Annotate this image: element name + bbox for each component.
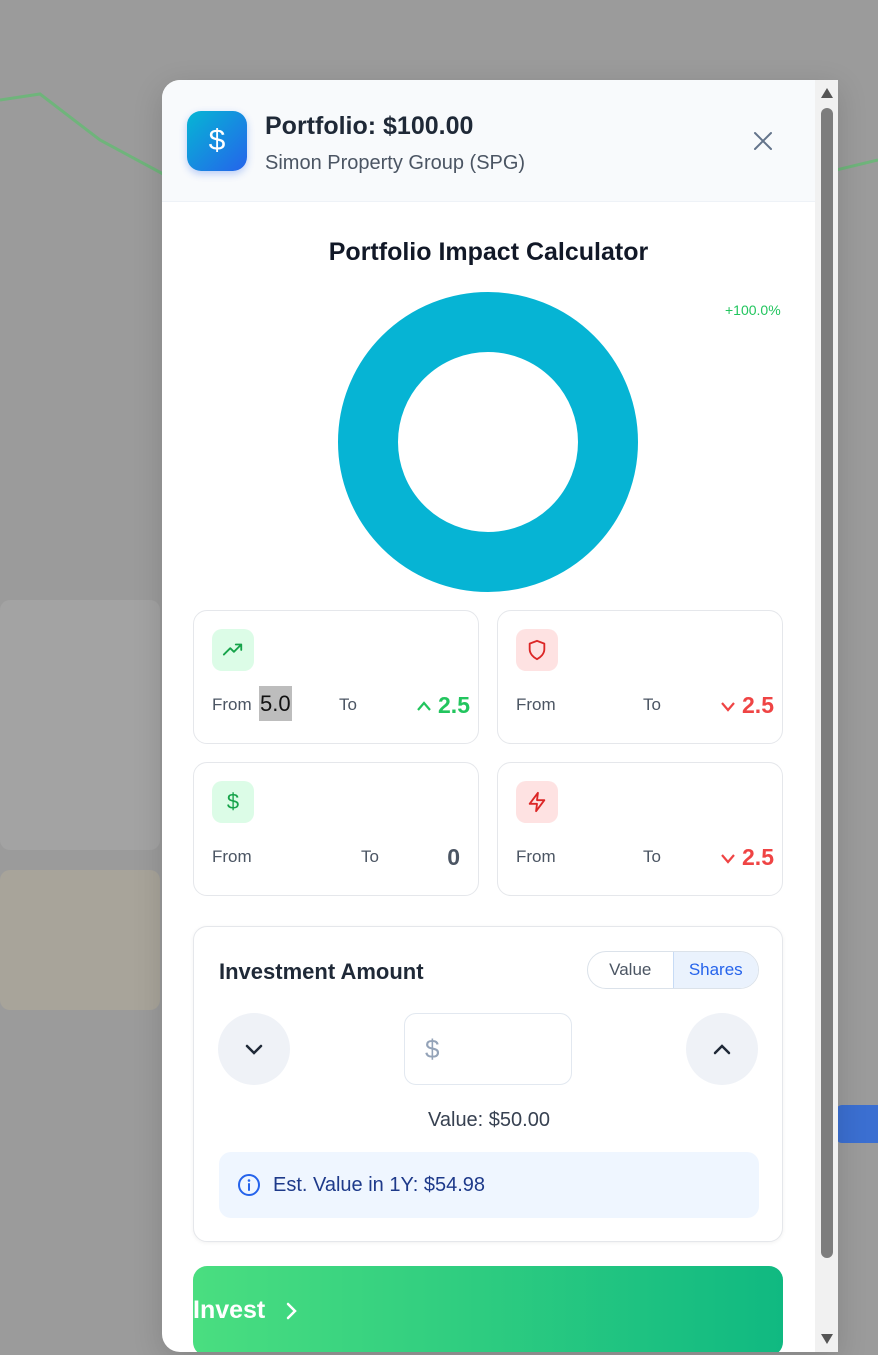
from-label: From: [516, 695, 556, 714]
increase-button[interactable]: [686, 1013, 758, 1085]
lightning-icon: [516, 781, 558, 823]
estimate-text: Est. Value in 1Y: $54.98: [273, 1173, 486, 1196]
portfolio-title: Portfolio: $100.00: [265, 112, 474, 140]
toggle-shares[interactable]: Shares: [672, 952, 758, 988]
from-label: From: [516, 847, 556, 866]
close-button[interactable]: [748, 126, 778, 156]
scroll-up-arrow[interactable]: [821, 88, 833, 98]
background-chart-line-right: [836, 158, 878, 172]
to-label: To: [643, 847, 661, 866]
invest-label: Invest: [193, 1296, 266, 1324]
chevron-up-icon: [713, 1044, 731, 1055]
investment-card: Investment Amount Value Shares $ Value: …: [193, 926, 783, 1242]
dollar-logo-icon: $: [187, 111, 247, 171]
scroll-down-arrow[interactable]: [821, 1334, 833, 1344]
donut-percent-label: +100.0%: [725, 302, 781, 318]
portfolio-donut-chart: [338, 292, 638, 592]
close-icon: [754, 132, 772, 150]
trending-up-icon: [212, 629, 254, 671]
metric-card-risk: From To 2.5: [497, 610, 783, 744]
portfolio-modal: $ Portfolio: $100.00 Simon Property Grou…: [162, 80, 838, 1352]
shield-icon: [516, 629, 558, 671]
metric-card-growth: From 5.0 To 2.5: [193, 610, 479, 744]
background-chart-line: [0, 92, 166, 177]
metric-card-dividend: $ From To 0: [193, 762, 479, 896]
estimate-box: Est. Value in 1Y: $54.98: [219, 1152, 759, 1218]
invest-button[interactable]: Invest: [193, 1266, 783, 1352]
investment-title: Investment Amount: [219, 959, 424, 984]
chevron-right-icon: [287, 1302, 298, 1320]
to-label: To: [339, 695, 357, 714]
to-label: To: [643, 695, 661, 714]
modal-scrollbar[interactable]: [815, 80, 838, 1352]
from-label: From: [212, 847, 252, 866]
amount-field[interactable]: $: [404, 1013, 572, 1085]
chevron-up-icon: [417, 700, 431, 711]
chevron-down-icon: [245, 1044, 263, 1055]
dollar-icon: $: [212, 781, 254, 823]
donut-slice-spg: [338, 292, 638, 592]
change-value: 2.5: [416, 692, 470, 719]
from-label: From: [212, 695, 252, 714]
change-value: 2.5: [720, 692, 774, 719]
background-button: [836, 1105, 878, 1143]
change-value: 2.5: [720, 844, 774, 871]
amount-input[interactable]: [447, 1037, 548, 1061]
currency-symbol: $: [425, 1033, 440, 1064]
to-label: To: [361, 847, 379, 866]
value-shares-toggle: Value Shares: [587, 951, 759, 989]
decrease-button[interactable]: [218, 1013, 290, 1085]
from-value: 5.0: [259, 686, 292, 721]
chevron-down-icon: [721, 701, 735, 712]
value-text: Value: $50.00: [428, 1109, 550, 1131]
change-value: 0: [447, 844, 460, 870]
calculator-title: Portfolio Impact Calculator: [328, 238, 649, 266]
scroll-thumb[interactable]: [821, 108, 833, 1258]
metric-card-volatility: From To 2.5: [497, 762, 783, 896]
background-card: [0, 870, 160, 1010]
stock-name: Simon Property Group (SPG): [265, 152, 526, 174]
chevron-down-icon: [721, 853, 735, 864]
toggle-value[interactable]: Value: [588, 952, 673, 988]
info-icon: [238, 1174, 260, 1196]
modal-content: $ Portfolio: $100.00 Simon Property Grou…: [162, 80, 815, 1352]
background-card: [0, 600, 160, 850]
modal-header: $ Portfolio: $100.00 Simon Property Grou…: [162, 80, 815, 202]
